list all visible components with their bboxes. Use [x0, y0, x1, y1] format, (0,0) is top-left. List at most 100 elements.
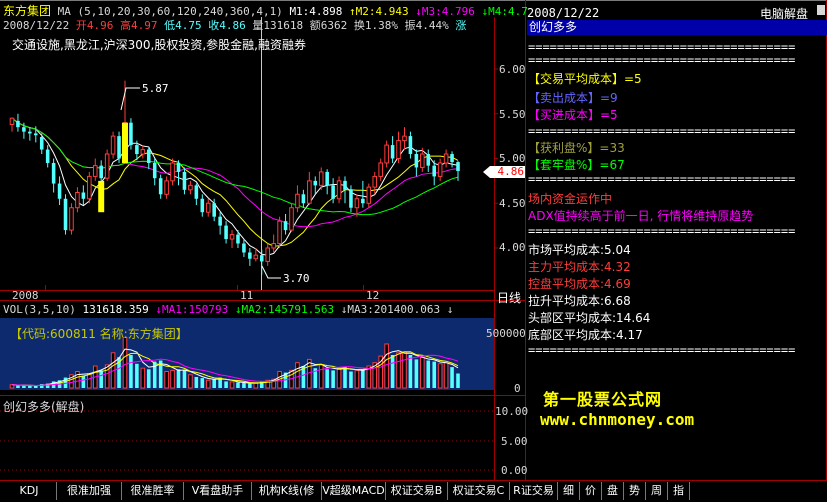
signal-bar [121, 122, 128, 163]
tab-2[interactable]: 很准加强 [57, 482, 122, 500]
indicator-title[interactable]: 创幻多多(解盘) [3, 398, 84, 415]
price-tick-5.50: 5.50 [499, 108, 526, 121]
candle-body [354, 198, 360, 209]
concept-tags[interactable]: 交通设施,黑龙江,沪深300,股权投资,参股金融,融资融券 [12, 36, 306, 53]
volume-header: VOL(3,5,10) 131618.359 ↓MA1:150793 ↓MA2:… [3, 303, 454, 316]
tab-6[interactable]: V超级MACD [322, 482, 386, 500]
ma20-line [11, 117, 459, 228]
candle-body [301, 194, 306, 204]
volume-bar [34, 386, 38, 388]
candle-body [432, 165, 436, 177]
indicator-grid [0, 410, 494, 471]
rp-formula-header[interactable]: 创幻多多 [527, 20, 827, 35]
tab-8[interactable]: 权证交易C [448, 482, 510, 500]
volume-bar [205, 379, 211, 389]
rp-scroll-button[interactable] [817, 5, 825, 15]
tab-1[interactable]: KDJ [2, 482, 57, 500]
candle-body [170, 162, 175, 182]
candle-body [63, 198, 68, 231]
tab-12[interactable]: 盘 [602, 482, 624, 500]
tab-9[interactable]: R证交易 [510, 482, 558, 500]
rp-site-name: 第一股票公式网 [543, 390, 663, 409]
volume-bar [242, 383, 246, 388]
candle-body [69, 207, 74, 231]
vol-value: 131618.359 [82, 303, 149, 316]
candle-body [135, 145, 139, 155]
candle-body [259, 255, 264, 262]
candle-body [188, 184, 193, 191]
chart-canvas [0, 0, 827, 481]
rp-separator-4: ===================================== [528, 172, 796, 186]
candle-body [331, 185, 335, 199]
tab-5[interactable]: 机构K线(修 [252, 482, 322, 500]
candle-body [104, 153, 110, 179]
candle-body [283, 221, 288, 231]
tab-15[interactable]: 指 [668, 482, 690, 500]
volume-bar [229, 381, 235, 389]
rp-trade-cost: 【交易平均成本】=5 [528, 72, 642, 86]
volume-bar [396, 352, 401, 389]
rp-top-avg: 头部区平均成本:14.64 [528, 311, 651, 325]
ind-tick-0: 0.00 [501, 464, 528, 477]
candle-body [9, 117, 15, 125]
candle-body [366, 186, 372, 204]
candle-body [426, 154, 431, 166]
rp-site-url[interactable]: www.chnmoney.com [540, 410, 694, 429]
candle-body [45, 149, 50, 163]
rp-separator-5: ===================================== [528, 224, 796, 238]
signal-bar [98, 180, 105, 213]
high-price: 高4.97 [119, 19, 158, 32]
vol-ma2: MA2:145791.563 [241, 303, 335, 316]
candle-body [408, 136, 413, 155]
candle-body [194, 185, 199, 199]
period-label[interactable]: 日线 [497, 289, 521, 306]
tab-14[interactable]: 周 [646, 482, 668, 500]
rp-bottom-avg: 底部区平均成本:4.17 [528, 328, 643, 342]
volume-bar [336, 367, 342, 389]
candle-body [22, 127, 26, 132]
rp-separator-2: ===================================== [528, 53, 796, 67]
candle-body [81, 192, 86, 199]
stock-name[interactable]: 东方集团 [3, 4, 51, 18]
close-price: 收4.86 [208, 19, 246, 32]
candle-body [51, 162, 56, 184]
candle-body [242, 243, 246, 253]
volume-bar [361, 369, 365, 388]
volume-bar [325, 369, 329, 388]
volume-bar [87, 373, 92, 389]
candle-body [182, 171, 187, 190]
volume-bar [224, 381, 228, 388]
volume-bar [426, 360, 431, 388]
candle-body [437, 162, 443, 177]
vol-ma3: MA3:201400.063 [347, 303, 441, 316]
tab-3[interactable]: 很准胜率 [122, 482, 184, 500]
turnover-value: 换1.38% [353, 19, 398, 32]
candle-body [271, 243, 276, 249]
tab-4[interactable]: V看盘助手 [184, 482, 252, 500]
amount-value: 额6362 [309, 19, 348, 32]
volume-bar [295, 362, 300, 389]
volume-bar [170, 369, 175, 389]
candle-body [295, 193, 300, 209]
tab-11[interactable]: 价 [580, 482, 602, 500]
candle-body [34, 133, 38, 136]
candle-body [420, 153, 425, 168]
ma10-line [11, 117, 459, 247]
rp-locked-pct: 【套牢盘%】=67 [528, 158, 625, 172]
current-price-label: 4.86 [497, 165, 525, 178]
vol-tick-0: 0 [514, 382, 521, 395]
price-tick-4.00: 4.00 [499, 241, 526, 254]
candle-body [390, 145, 395, 159]
tab-13[interactable]: 势 [624, 482, 646, 500]
candle-body [289, 207, 294, 231]
volume-bar [75, 371, 80, 389]
vol-title: VOL(3,5,10) [3, 303, 76, 316]
candle-body [236, 234, 240, 244]
candle-body [146, 149, 151, 163]
open-price: 开4.96 [75, 19, 114, 32]
volume-bar [414, 359, 419, 388]
candle-body [396, 140, 401, 160]
tab-10[interactable]: 细 [558, 482, 580, 500]
tab-7[interactable]: 权证交易B [386, 482, 448, 500]
volume-bar [437, 363, 443, 389]
